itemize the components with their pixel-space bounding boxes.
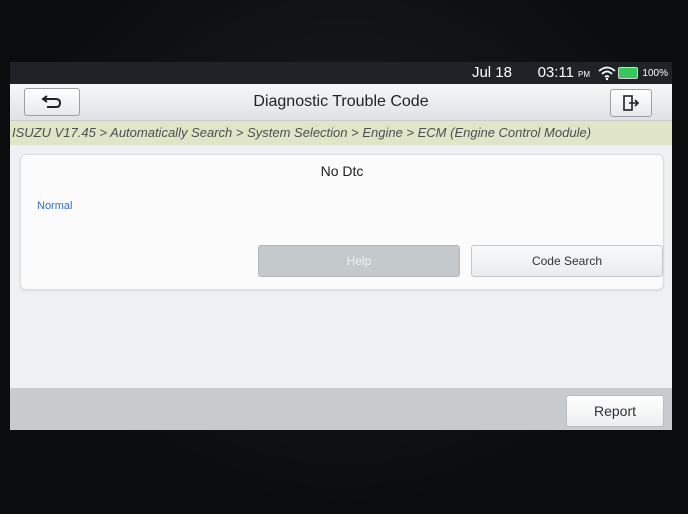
status-ampm: PM — [578, 70, 590, 79]
exit-button[interactable] — [610, 89, 652, 117]
battery-icon — [618, 67, 638, 79]
wifi-icon — [598, 66, 616, 81]
code-search-button[interactable]: Code Search — [471, 245, 663, 277]
report-button[interactable]: Report — [566, 395, 664, 427]
status-time: 03:11 — [537, 64, 574, 81]
breadcrumb: ISUZU V17.45 > Automatically Search > Sy… — [10, 121, 672, 145]
status-bar: Jul 18 03:11 PM 100% — [10, 62, 672, 84]
dtc-message: No Dtc — [320, 163, 364, 179]
page-title: Diagnostic Trouble Code — [253, 93, 429, 110]
help-button[interactable]: Help — [258, 245, 460, 277]
status-label: Normal — [37, 200, 73, 212]
status-battery: 100% — [642, 68, 668, 79]
screen: Jul 18 03:11 PM 100% Diagnostic Trouble … — [10, 62, 672, 430]
footer-bar: Report — [10, 388, 672, 430]
device-frame: Jul 18 03:11 PM 100% Diagnostic Trouble … — [0, 0, 688, 514]
exit-icon — [623, 95, 639, 111]
dtc-panel: No Dtc Normal Help Code Search — [20, 154, 664, 290]
status-date: Jul 18 — [471, 64, 512, 81]
title-bar: Diagnostic Trouble Code — [10, 84, 672, 121]
